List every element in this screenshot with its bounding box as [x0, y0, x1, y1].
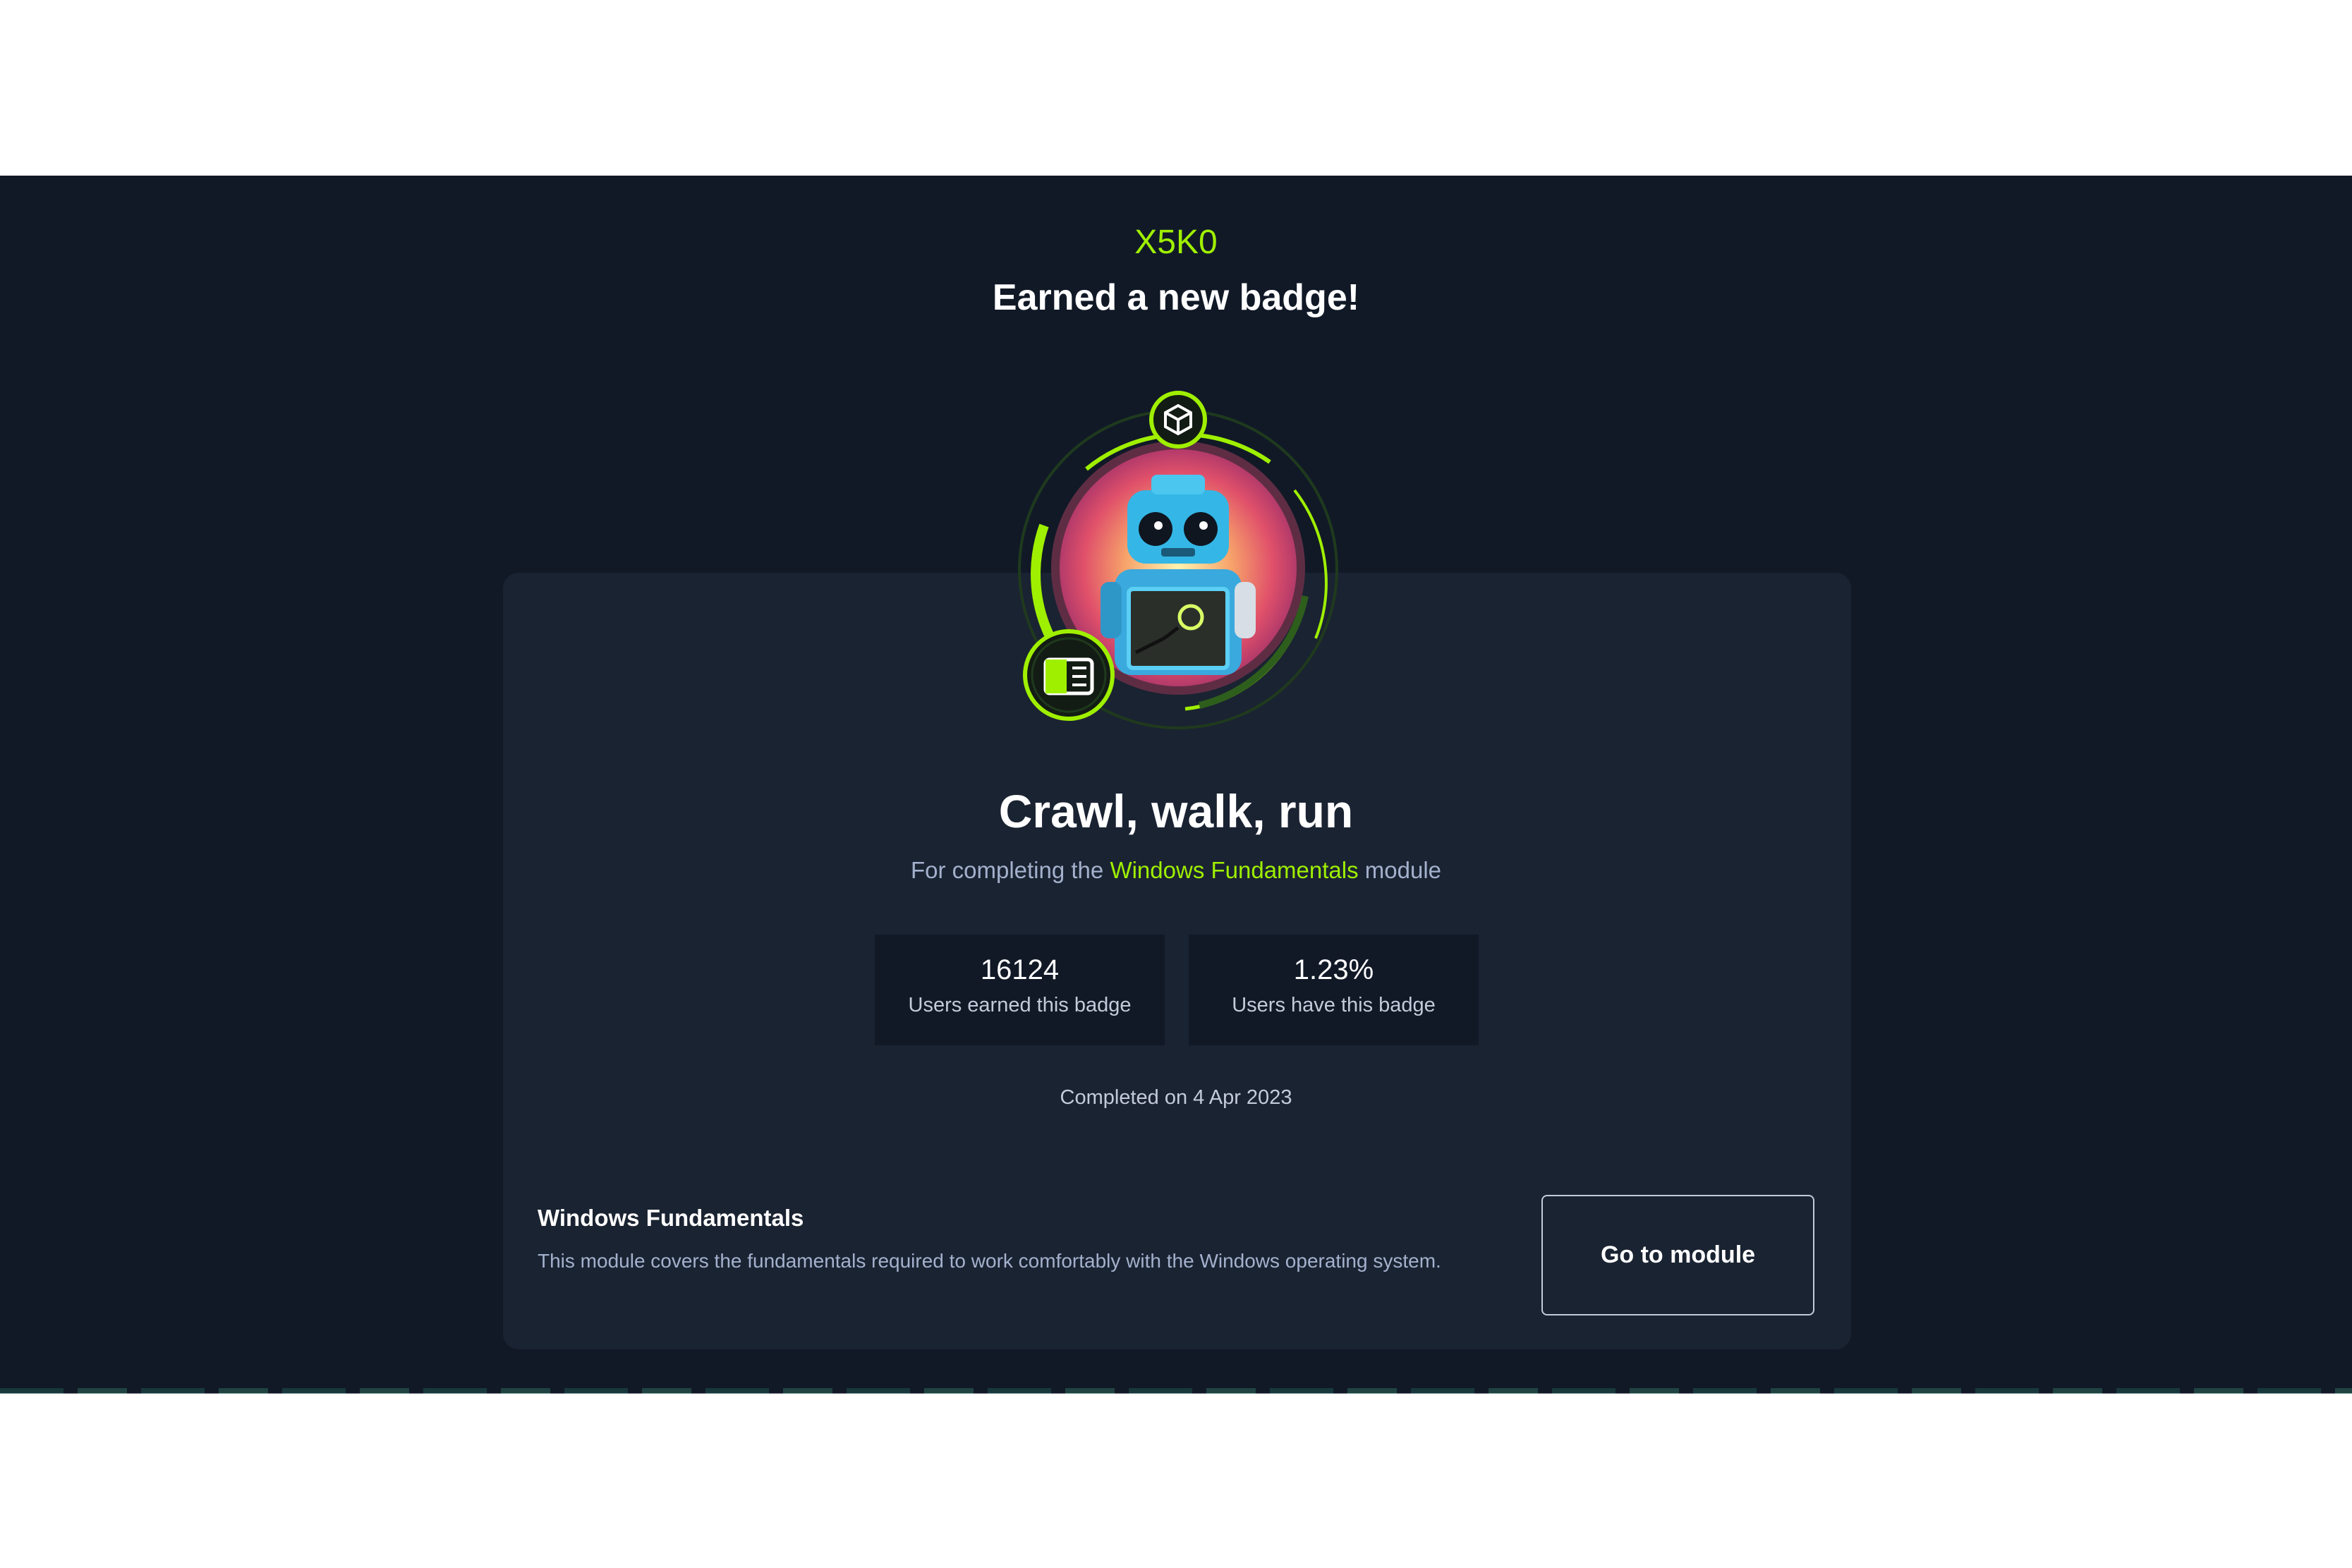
module-name: Windows Fundamentals [538, 1205, 804, 1231]
module-link[interactable]: Windows Fundamentals [1110, 857, 1358, 883]
badge-description-suffix: module [1364, 857, 1442, 883]
stat-value: 16124 [980, 954, 1060, 985]
stat-label: Users earned this badge [908, 994, 1132, 1016]
robot-badge-icon [1018, 391, 1338, 729]
page-headline: Earned a new badge! [992, 277, 1360, 318]
badge-title: Crawl, walk, run [998, 785, 1354, 837]
module-description: This module covers the fundamentals requ… [538, 1250, 1441, 1272]
go-to-module-button[interactable]: Go to module [1541, 1195, 1814, 1315]
stat-value: 1.23% [1293, 954, 1374, 985]
completed-date: Completed on 4 Apr 2023 [1060, 1086, 1292, 1109]
badge-description: For completing the Windows Fundamentals … [0, 855, 2352, 886]
stat-label: Users have this badge [1232, 994, 1436, 1016]
username[interactable]: X5K0 [0, 223, 2352, 262]
badge-description-prefix: For completing the [910, 857, 1104, 883]
stat-users-percentage: 1.23% Users have this badge [1189, 935, 1479, 1045]
decorative-footer-strip [0, 1388, 2352, 1394]
stat-users-earned: 16124 Users earned this badge [875, 935, 1165, 1045]
